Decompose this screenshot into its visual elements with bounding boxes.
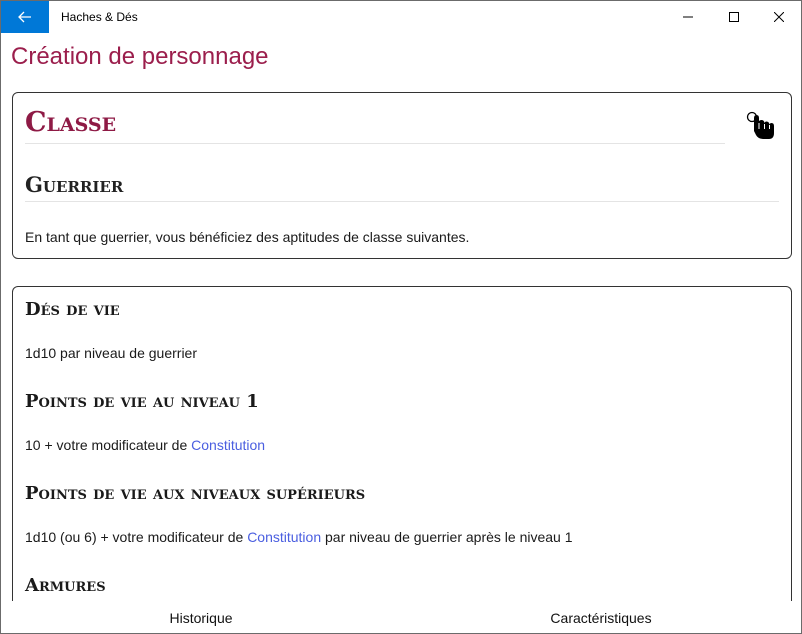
maximize-icon (729, 12, 739, 22)
close-icon (774, 12, 784, 22)
class-features-card: Dés de vie 1d10 par niveau de guerrier P… (12, 286, 792, 617)
class-card: Classe Guerrier En tant que guerrier, vo… (12, 92, 792, 259)
class-selector-button[interactable] (745, 109, 777, 141)
hp-higher-text: 1d10 (ou 6) + votre modificateur de Cons… (25, 529, 573, 545)
page-title: Création de personnage (11, 43, 269, 70)
hp-higher-heading: Points de vie aux niveaux supérieurs (25, 483, 366, 504)
title-bar: Haches & Dés (1, 1, 801, 33)
app-window: Haches & Dés Création de personnage Clas… (0, 0, 802, 634)
class-name: Guerrier (25, 171, 779, 202)
close-button[interactable] (756, 1, 801, 33)
arrow-left-icon (18, 11, 31, 23)
previous-button[interactable]: Historique (1, 601, 401, 633)
class-heading: Classe (25, 105, 725, 144)
hp-level1-text-before: 10 + votre modificateur de (25, 437, 192, 453)
hit-dice-text: 1d10 par niveau de guerrier (25, 345, 198, 361)
constitution-link[interactable]: Constitution (247, 529, 321, 545)
constitution-link[interactable]: Constitution (191, 437, 265, 453)
hit-dice-heading: Dés de vie (25, 299, 120, 320)
armor-heading: Armures (25, 575, 106, 596)
minimize-icon (683, 16, 693, 18)
hp-level1-text: 10 + votre modificateur de Constitution (25, 437, 265, 453)
hand-pointer-icon (746, 111, 774, 139)
maximize-button[interactable] (711, 1, 757, 33)
class-description: En tant que guerrier, vous bénéficiez de… (25, 229, 470, 245)
minimize-button[interactable] (665, 1, 711, 33)
hp-higher-text-after: par niveau de guerrier après le niveau 1 (321, 529, 573, 545)
hp-level1-heading: Points de vie au niveau 1 (25, 391, 259, 412)
back-button[interactable] (1, 1, 49, 33)
next-button[interactable]: Caractéristiques (401, 601, 801, 633)
hp-higher-text-before: 1d10 (ou 6) + votre modificateur de (25, 529, 248, 545)
bottom-nav: Historique Caractéristiques (1, 601, 801, 633)
app-title: Haches & Dés (61, 10, 138, 24)
